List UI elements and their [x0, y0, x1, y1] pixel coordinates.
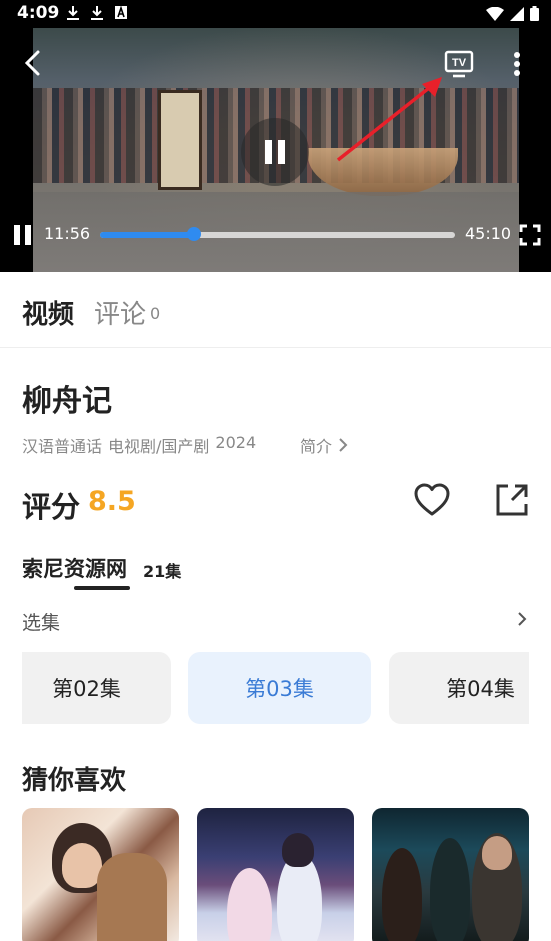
video-player[interactable]: 4:09 TV 11:56 45:10: [0, 0, 551, 272]
source-name[interactable]: 索尼资源网: [22, 553, 127, 583]
share-button[interactable]: [494, 482, 530, 518]
progress-handle[interactable]: [186, 227, 201, 241]
more-options-button[interactable]: [507, 50, 527, 80]
back-button[interactable]: [18, 46, 48, 80]
meta-year: 2024: [215, 433, 257, 452]
download-icon: [67, 6, 79, 20]
battery-icon: [530, 6, 539, 21]
download-icon: [91, 6, 103, 20]
meta-category: 电视剧/国产剧: [108, 437, 210, 456]
favorite-button[interactable]: [413, 482, 451, 518]
pause-icon: [14, 225, 31, 245]
intro-link[interactable]: 简介: [300, 433, 348, 457]
video-detail-page: 4:09 TV 11:56 45:10 视频 评论 0 柳舟记 汉语普通话 电视…: [0, 0, 551, 941]
score-label: 评分: [22, 490, 81, 524]
episode-selector-label[interactable]: 选集: [22, 608, 60, 635]
share-external-icon: [496, 484, 528, 516]
comment-count: 0: [150, 304, 161, 323]
fullscreen-button[interactable]: [519, 224, 541, 246]
total-time: 45:10: [465, 224, 512, 243]
episode-list: 第02集 第03集 第04集: [22, 652, 529, 724]
a-badge-icon: [115, 5, 127, 19]
episode-item[interactable]: 第04集: [389, 652, 529, 724]
detail-tabs: 视频 评论 0: [0, 272, 551, 348]
episode-more-button[interactable]: [515, 610, 529, 628]
tab-comment[interactable]: 评论: [94, 294, 146, 331]
episode-item[interactable]: 第02集: [22, 652, 171, 724]
chevron-left-icon: [24, 50, 40, 76]
chevron-right-icon: [518, 612, 527, 626]
recommend-poster[interactable]: [372, 808, 529, 941]
pause-icon: [265, 140, 285, 164]
recommend-poster[interactable]: [22, 808, 179, 941]
meta-language: 汉语普通话: [22, 437, 103, 456]
heart-icon: [414, 483, 450, 516]
player-controls: 11:56 45:10: [0, 218, 551, 252]
status-bar: 4:09: [0, 0, 551, 28]
progress-slider[interactable]: [100, 227, 455, 241]
play-pause-button[interactable]: [12, 223, 34, 247]
progress-fill: [100, 232, 194, 238]
signal-icon: [510, 6, 524, 21]
recommend-poster[interactable]: [197, 808, 354, 941]
more-vertical-icon: [514, 52, 520, 76]
show-title: 柳舟记: [22, 384, 112, 419]
score-value: 8.5: [88, 486, 136, 517]
episode-label: 第03集: [245, 677, 314, 701]
source-tab-indicator: [74, 586, 130, 590]
episode-label: 第04集: [446, 677, 515, 701]
episode-item-selected[interactable]: 第03集: [188, 652, 371, 724]
source-episode-count: 21集: [143, 562, 182, 581]
tab-video[interactable]: 视频: [22, 294, 74, 331]
tv-label: TV: [452, 57, 467, 69]
center-pause-button[interactable]: [241, 118, 309, 186]
wifi-icon: [486, 6, 504, 21]
recommend-title: 猜你喜欢: [22, 766, 127, 796]
show-meta: 汉语普通话 电视剧/国产剧 2024: [22, 433, 262, 457]
chevron-right-icon: [339, 438, 348, 452]
fullscreen-icon: [519, 224, 541, 246]
episode-label: 第02集: [52, 677, 121, 701]
annotation-arrow: [336, 77, 442, 162]
intro-label: 简介: [300, 437, 333, 456]
status-time: 4:09: [17, 3, 60, 23]
current-time: 11:56: [44, 224, 91, 243]
